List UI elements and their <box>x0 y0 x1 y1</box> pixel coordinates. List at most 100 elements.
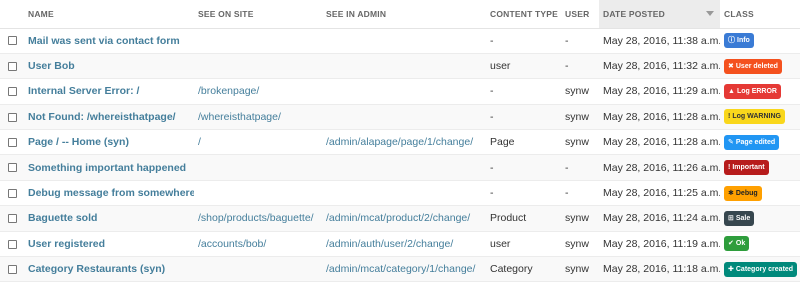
user-cell: synw <box>565 136 589 149</box>
event-name-link[interactable]: Category Restaurants (syn) <box>28 263 165 275</box>
status-badge: ✖ User deleted <box>724 58 782 74</box>
date-posted-cell: May 28, 2016, 11:25 a.m. <box>603 187 720 200</box>
exclamation-icon: ! <box>728 164 731 172</box>
row-select-cell <box>0 130 24 155</box>
see-on-site-cell <box>194 257 322 282</box>
row-select-cell <box>0 257 24 282</box>
badge-label: Info <box>737 37 750 45</box>
user-cell: synw <box>565 212 589 225</box>
event-name-link[interactable]: User Bob <box>28 60 75 72</box>
content-type-cell: Category <box>490 263 533 276</box>
table-row: Internal Server Error: / /brokenpage/ - syn… <box>0 79 800 105</box>
row-select-cell <box>0 206 24 231</box>
event-name-link[interactable]: Baguette sold <box>28 212 97 224</box>
see-on-site-cell: /brokenpage/ <box>194 79 322 104</box>
row-checkbox[interactable] <box>8 163 17 173</box>
row-select-cell <box>0 28 24 53</box>
see-in-admin-cell <box>322 155 486 180</box>
user-cell: synw <box>565 237 589 250</box>
name-cell: Baguette sold <box>24 206 194 231</box>
row-checkbox[interactable] <box>8 87 17 97</box>
row-checkbox[interactable] <box>8 188 17 198</box>
pencil-icon: ✎ <box>728 138 734 146</box>
date-posted-cell: May 28, 2016, 11:19 a.m. <box>603 237 720 250</box>
column-header-see-on-site[interactable]: SEE ON SITE <box>194 0 322 29</box>
user-cell: - <box>565 187 569 200</box>
table-row: Not Found: /whereisthatpage/ /whereisthat… <box>0 104 800 130</box>
admin-link[interactable]: /admin/mcat/product/2/change/ <box>326 212 470 224</box>
event-name-link[interactable]: Mail was sent via contact form <box>28 35 180 47</box>
name-cell: Page / -- Home (syn) <box>24 130 194 155</box>
name-cell: User Bob <box>24 53 194 78</box>
column-header-see-in-admin[interactable]: SEE IN ADMIN <box>322 0 486 29</box>
see-on-site-cell: / <box>194 130 322 155</box>
site-link[interactable]: /brokenpage/ <box>198 85 259 97</box>
row-checkbox[interactable] <box>8 61 17 71</box>
badge-label: Category created <box>735 265 794 273</box>
row-checkbox[interactable] <box>8 214 17 224</box>
table-row: Something important happened - - May 28, 20… <box>0 154 800 181</box>
site-link[interactable]: /whereisthatpage/ <box>198 111 281 123</box>
class-cell: ✚ Category created <box>720 257 800 282</box>
column-header-class[interactable]: CLASS <box>720 0 800 29</box>
admin-link[interactable]: /admin/mcat/category/1/change/ <box>326 263 475 275</box>
sort-descending-icon[interactable] <box>706 11 714 16</box>
event-name-link[interactable]: User registered <box>28 238 105 250</box>
date-posted-cell: May 28, 2016, 11:38 a.m. <box>603 34 720 47</box>
event-name-link[interactable]: Not Found: /whereisthatpage/ <box>28 111 176 123</box>
see-in-admin-cell <box>322 104 486 129</box>
badge-label: User deleted <box>735 62 778 70</box>
name-cell: Something important happened <box>24 155 194 180</box>
see-on-site-cell: /whereisthatpage/ <box>194 104 322 129</box>
column-header-name[interactable]: NAME <box>24 0 194 29</box>
content-type-cell: - <box>490 34 494 47</box>
column-header-user[interactable]: USER <box>561 0 599 29</box>
column-header-date-posted[interactable]: DATE POSTED <box>599 0 720 29</box>
date-posted-cell: May 28, 2016, 11:28 a.m. <box>603 110 720 123</box>
table-row: User Bob user - May 28, 2016, 11:32 a.m. ✖ Us… <box>0 53 800 79</box>
badge-label: Important <box>732 164 765 172</box>
events-table: NAME SEE ON SITE SEE IN ADMIN CONTENT TY… <box>0 0 800 282</box>
status-badge: ⊞ Sale <box>724 210 755 226</box>
site-link[interactable]: / <box>198 136 201 148</box>
content-type-cell: Product <box>490 212 527 225</box>
date-posted-label: DATE POSTED <box>603 8 666 19</box>
see-in-admin-cell <box>322 79 486 104</box>
status-badge: ✎ Page edited <box>724 134 780 150</box>
row-checkbox[interactable] <box>8 239 17 249</box>
see-on-site-cell <box>194 28 322 53</box>
event-name-link[interactable]: Internal Server Error: / <box>28 85 139 97</box>
row-checkbox[interactable] <box>8 264 17 274</box>
class-cell: ⓘ Info <box>720 28 800 53</box>
gear-icon: ✱ <box>728 189 734 197</box>
event-name-link[interactable]: Debug message from somewhere <box>28 187 194 199</box>
status-badge: ✔ Ok <box>724 236 750 252</box>
row-checkbox[interactable] <box>8 36 17 46</box>
table-row: Baguette sold/shop/products/baguette/ /ad… <box>0 205 800 232</box>
event-name-link[interactable]: Page / -- Home (syn) <box>28 136 129 148</box>
date-posted-cell: May 28, 2016, 11:28 a.m. <box>603 136 720 149</box>
event-name-link[interactable]: Something important happened <box>28 162 186 174</box>
select-all-cell[interactable] <box>0 0 24 29</box>
row-select-cell <box>0 53 24 78</box>
class-cell: ⊞ Sale <box>720 206 800 231</box>
site-link[interactable]: /shop/products/baguette/ <box>198 212 314 224</box>
table-row: Debug message from somewhere - - May 28, 20… <box>0 180 800 206</box>
see-in-admin-cell <box>322 28 486 53</box>
plus-icon: ✚ <box>728 265 734 273</box>
badge-label: Page edited <box>735 138 776 146</box>
row-checkbox[interactable] <box>8 137 17 147</box>
badge-label: Debug <box>735 189 758 197</box>
column-header-content-type[interactable]: CONTENT TYPE <box>486 0 561 29</box>
admin-link[interactable]: /admin/auth/user/2/change/ <box>326 238 453 250</box>
site-link[interactable]: /accounts/bob/ <box>198 238 266 250</box>
row-checkbox[interactable] <box>8 112 17 122</box>
class-cell: ! Log WARNING <box>720 104 800 129</box>
name-cell: Mail was sent via contact form <box>24 28 194 53</box>
admin-link[interactable]: /admin/alapage/page/1/change/ <box>326 136 473 148</box>
status-badge: ▲ Log ERROR <box>724 83 781 99</box>
class-cell: ✎ Page edited <box>720 130 800 155</box>
status-badge: ✚ Category created <box>724 261 798 277</box>
content-type-cell: - <box>490 187 494 200</box>
see-on-site-cell: /shop/products/baguette/ <box>194 206 322 231</box>
